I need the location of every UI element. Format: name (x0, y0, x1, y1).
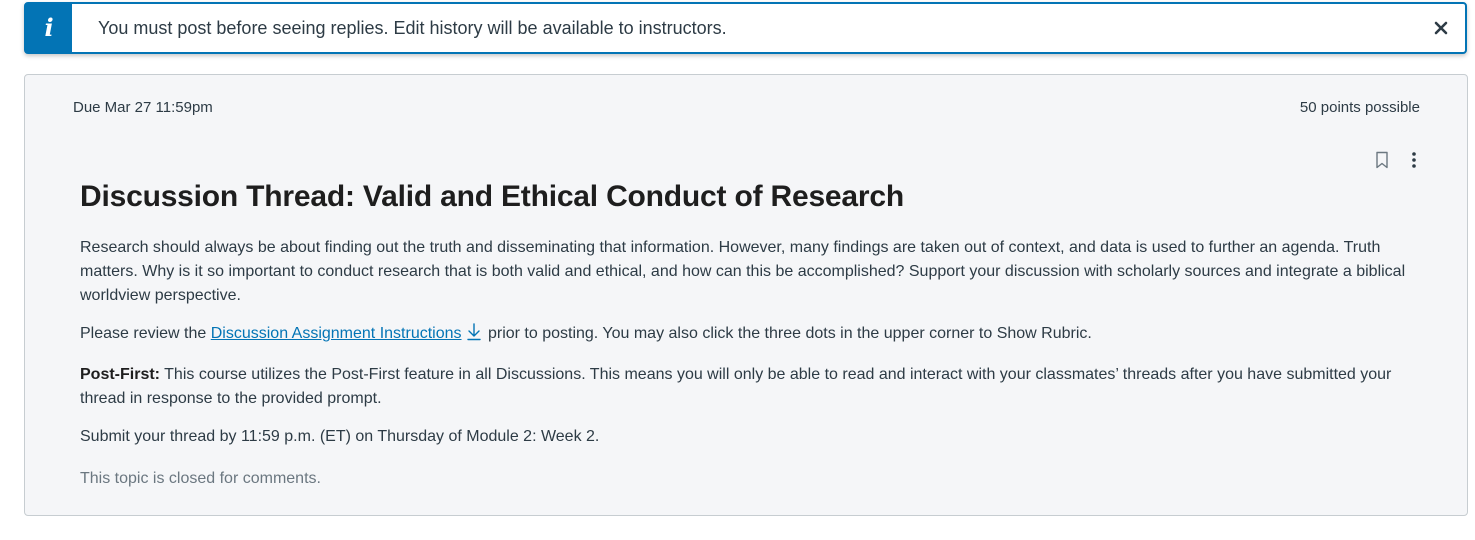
close-icon[interactable] (1429, 16, 1453, 40)
post-first-paragraph: Post-First: This course utilizes the Pos… (80, 363, 1440, 411)
discussion-title: Discussion Thread: Valid and Ethical Con… (80, 180, 904, 213)
closed-notice: This topic is closed for comments. (80, 470, 321, 487)
points-possible: 50 points possible (1299, 99, 1420, 116)
alert-message: You must post before seeing replies. Edi… (98, 17, 727, 38)
discussion-body: Research should always be about finding … (80, 236, 1440, 505)
deadline-paragraph: Submit your thread by 11:59 p.m. (ET) on… (80, 428, 600, 445)
discussion-panel: Due Mar 27 11:59pm 50 points possible Di… (24, 74, 1468, 516)
due-date: Due Mar 27 11:59pm (73, 99, 213, 116)
more-vertical-icon[interactable] (1405, 149, 1423, 171)
instructions-text-after: prior to posting. You may also click the… (483, 325, 1092, 342)
prompt-paragraph: Research should always be about finding … (80, 239, 1406, 304)
assignment-instructions-link[interactable]: Discussion Assignment Instructions (211, 325, 462, 342)
alert-icon-box: i (26, 4, 72, 52)
topic-actions (1373, 149, 1423, 171)
instructions-text-before: Please review the (80, 325, 211, 342)
post-first-label: Post-First: (80, 366, 160, 383)
info-icon: i (44, 13, 54, 42)
post-first-alert: i You must post before seeing replies. E… (24, 2, 1467, 54)
instructions-paragraph: Please review the Discussion Assignment … (80, 322, 1440, 349)
post-first-text: This course utilizes the Post-First feat… (80, 366, 1392, 407)
download-icon[interactable] (466, 323, 482, 349)
bookmark-icon[interactable] (1373, 149, 1391, 171)
